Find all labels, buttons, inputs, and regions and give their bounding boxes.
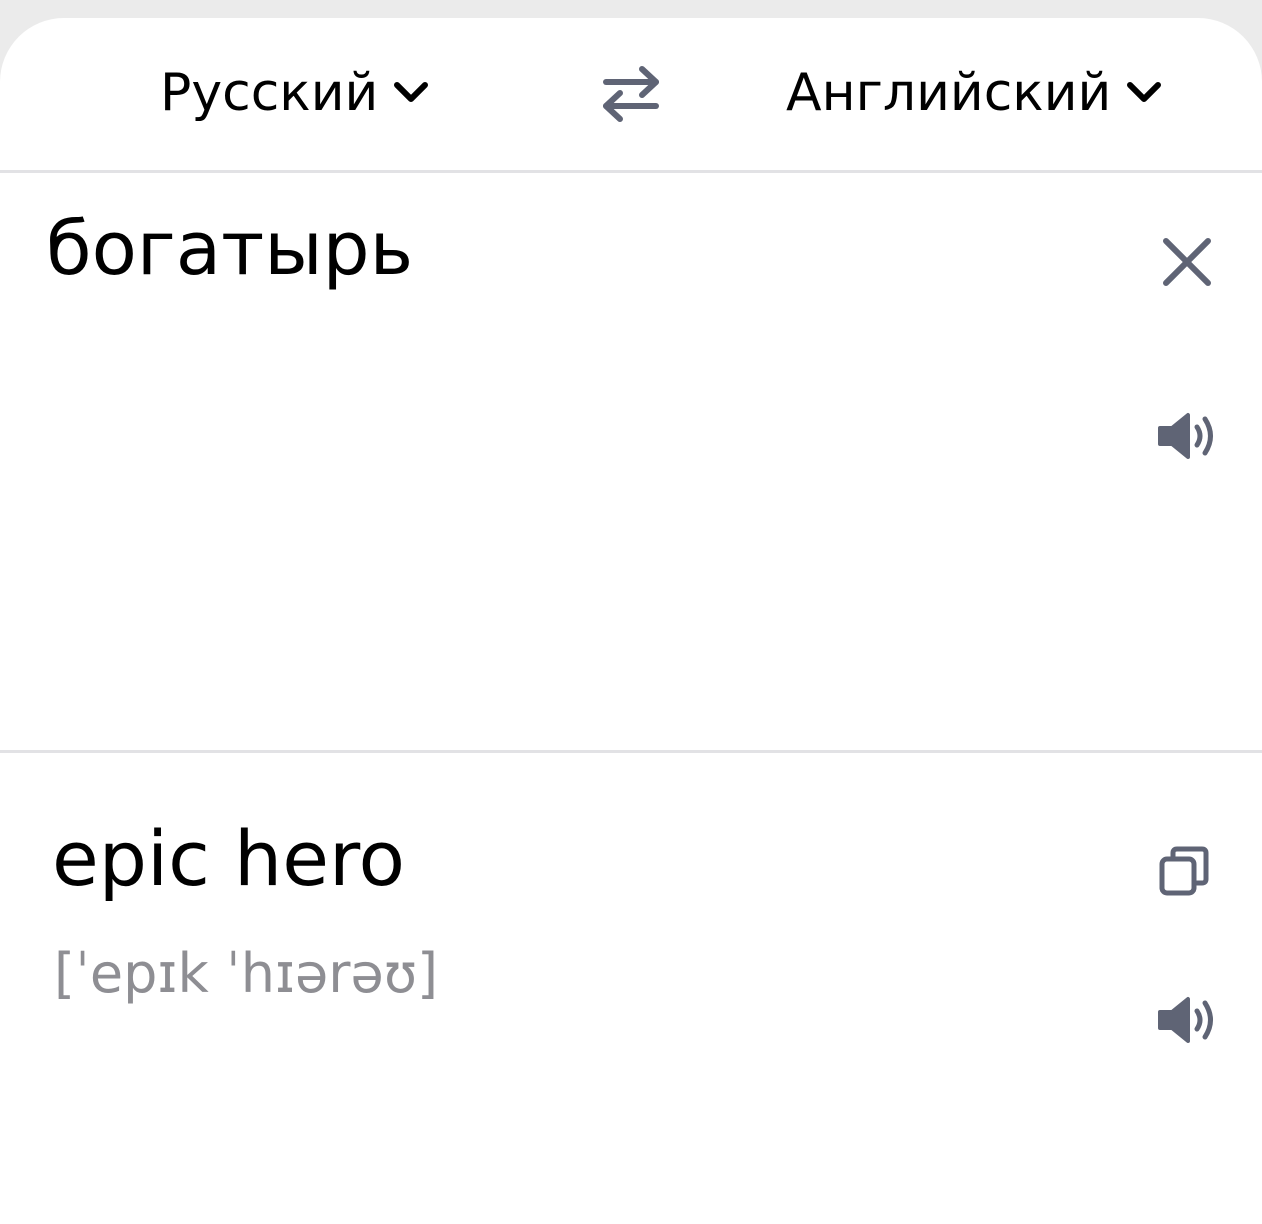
speaker-icon[interactable]	[1156, 995, 1218, 1045]
language-bar: Русский Английский	[0, 18, 1262, 173]
translator-card: Русский Английский богатырь epic hero [ˈ…	[0, 18, 1262, 1224]
swap-languages-button[interactable]	[598, 64, 664, 124]
source-language-selector[interactable]: Русский	[160, 58, 430, 128]
chevron-down-icon	[394, 82, 429, 102]
translation-output-area: epic hero [ˈepɪk ˈhɪərəʊ]	[0, 753, 1262, 1224]
close-icon[interactable]	[1160, 235, 1214, 289]
translation-text: epic hero	[52, 814, 406, 903]
chevron-down-icon	[1127, 82, 1162, 102]
target-language-label: Английский	[786, 63, 1112, 123]
source-language-label: Русский	[160, 63, 379, 123]
source-text[interactable]: богатырь	[46, 199, 413, 299]
transcription-text: [ˈepɪk ˈhɪərəʊ]	[54, 942, 439, 1005]
speaker-icon[interactable]	[1156, 411, 1218, 461]
copy-icon[interactable]	[1158, 845, 1210, 897]
swap-arrows-icon	[603, 66, 659, 122]
target-language-selector[interactable]: Английский	[786, 58, 1163, 128]
source-input-area[interactable]: богатырь	[0, 173, 1262, 753]
